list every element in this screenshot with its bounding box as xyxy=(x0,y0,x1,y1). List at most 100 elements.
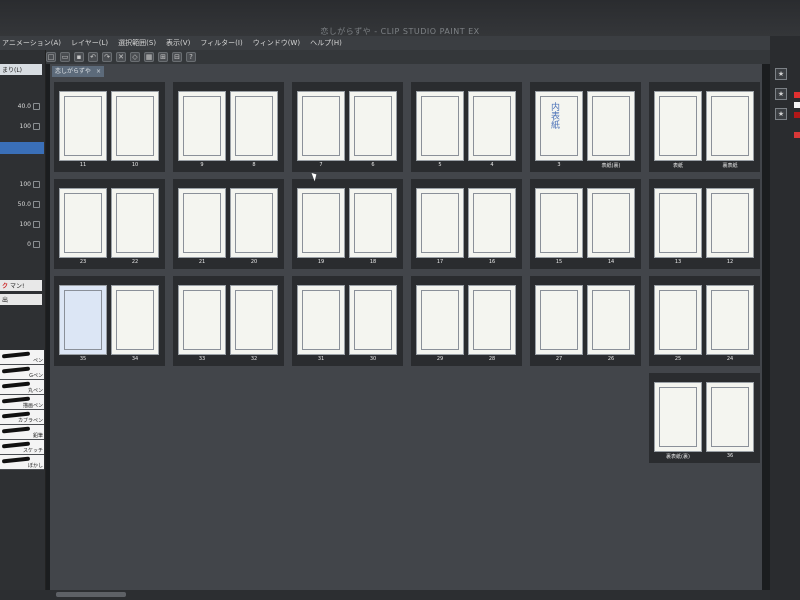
page-spread[interactable]: 31 30 xyxy=(292,276,403,366)
brush-item[interactable]: スケッチ xyxy=(0,440,44,455)
stepper-icon[interactable] xyxy=(33,220,40,228)
page-thumbnail[interactable] xyxy=(587,188,635,258)
page-thumbnail[interactable] xyxy=(178,188,226,258)
page-spread[interactable]: 35 34 xyxy=(54,276,165,366)
page-thumbnail[interactable] xyxy=(706,188,754,258)
brush-item[interactable]: 描画ペン xyxy=(0,395,44,410)
page-spread[interactable]: 25 24 xyxy=(649,276,760,366)
page-spread[interactable]: 17 16 xyxy=(411,179,522,269)
page-thumbnail[interactable] xyxy=(468,285,516,355)
stepper-icon[interactable] xyxy=(33,122,40,130)
page-thumbnail[interactable] xyxy=(416,188,464,258)
page-spread[interactable]: 33 32 xyxy=(173,276,284,366)
page-thumbnail[interactable] xyxy=(535,188,583,258)
page-spread[interactable]: 29 28 xyxy=(411,276,522,366)
page-thumbnail[interactable] xyxy=(230,91,278,161)
brush-item[interactable]: ペン xyxy=(0,350,44,365)
star-icon[interactable]: ★ xyxy=(775,68,787,80)
stepper-icon[interactable] xyxy=(33,102,40,110)
document-tab[interactable]: 恋しがらずや × xyxy=(52,66,104,77)
page-spread[interactable]: 21 20 xyxy=(173,179,284,269)
page-thumbnail[interactable] xyxy=(297,285,345,355)
brush-item[interactable]: 鉛筆 xyxy=(0,425,44,440)
page-thumbnail[interactable] xyxy=(416,285,464,355)
menu-window[interactable]: ウィンドウ(W) xyxy=(253,38,300,48)
page-thumbnail[interactable] xyxy=(178,285,226,355)
brush-item[interactable]: Gペン xyxy=(0,365,44,380)
page-thumbnail[interactable] xyxy=(230,188,278,258)
page-thumbnail[interactable] xyxy=(706,285,754,355)
page-thumbnail[interactable] xyxy=(178,91,226,161)
close-icon[interactable]: × xyxy=(96,66,101,77)
page-thumbnail[interactable] xyxy=(349,188,397,258)
undo-icon[interactable]: ↶ xyxy=(88,52,98,62)
brush-item[interactable]: 丸ペン xyxy=(0,380,44,395)
redo-icon[interactable]: ↷ xyxy=(102,52,112,62)
page-spread[interactable]: 裏表紙(裏) 36 xyxy=(649,373,760,463)
fill-icon[interactable]: ▦ xyxy=(144,52,154,62)
page-thumbnail-selected[interactable] xyxy=(59,285,107,355)
page-thumbnail[interactable] xyxy=(349,285,397,355)
stepper-icon[interactable] xyxy=(33,180,40,188)
page-thumbnail[interactable] xyxy=(535,285,583,355)
page-thumbnail[interactable] xyxy=(654,91,702,161)
page-thumbnail[interactable] xyxy=(654,188,702,258)
page-thumbnail[interactable] xyxy=(468,188,516,258)
menu-selection[interactable]: 選択範囲(S) xyxy=(118,38,156,48)
snap-icon[interactable]: ⊞ xyxy=(158,52,168,62)
page-spread[interactable]: 19 18 xyxy=(292,179,403,269)
page-spread[interactable]: 23 22 xyxy=(54,179,165,269)
stepper-icon[interactable] xyxy=(33,240,40,248)
page-thumbnail[interactable] xyxy=(349,91,397,161)
brush-item[interactable]: カブラペン xyxy=(0,410,44,425)
page-thumbnail[interactable] xyxy=(706,382,754,452)
property-row[interactable]: 40.0 xyxy=(0,100,44,112)
color-swatch[interactable] xyxy=(794,92,800,98)
color-swatch[interactable] xyxy=(794,132,800,138)
page-thumbnail[interactable] xyxy=(654,285,702,355)
menu-animation[interactable]: アニメーション(A) xyxy=(2,38,61,48)
page-spread[interactable]: 5 4 xyxy=(411,82,522,172)
page-thumbnail[interactable] xyxy=(111,285,159,355)
help-icon[interactable]: ? xyxy=(186,52,196,62)
horizontal-scrollbar[interactable] xyxy=(56,592,126,597)
brush-item[interactable]: ぼかし xyxy=(0,455,44,470)
page-thumbnail[interactable] xyxy=(297,188,345,258)
page-thumbnail[interactable] xyxy=(416,91,464,161)
color-swatch[interactable] xyxy=(794,102,800,108)
page-spread[interactable]: 7 6 xyxy=(292,82,403,172)
page-spread[interactable]: 9 8 xyxy=(173,82,284,172)
menu-help[interactable]: ヘルプ(H) xyxy=(310,38,342,48)
page-spread[interactable]: 内表紙 3 表紙(裏) xyxy=(530,82,641,172)
color-swatch[interactable] xyxy=(794,112,800,118)
property-row[interactable]: 50.0 xyxy=(0,198,44,210)
transform-icon[interactable]: ◇ xyxy=(130,52,140,62)
menu-filter[interactable]: フィルター(I) xyxy=(200,38,242,48)
page-spread[interactable]: 11 10 xyxy=(54,82,165,172)
page-thumbnail[interactable] xyxy=(706,91,754,161)
property-row[interactable]: 100 xyxy=(0,178,44,190)
property-row[interactable]: 100 xyxy=(0,120,44,132)
ruler-icon[interactable]: ⊟ xyxy=(172,52,182,62)
brush-tab[interactable]: ク マン! xyxy=(0,280,42,291)
brush-shape-selector[interactable] xyxy=(0,142,44,154)
page-thumbnail[interactable]: 内表紙 xyxy=(535,91,583,161)
menu-layer[interactable]: レイヤー(L) xyxy=(71,38,108,48)
save-icon[interactable]: ▪ xyxy=(74,52,84,62)
page-thumbnail[interactable] xyxy=(59,188,107,258)
property-row[interactable]: 100 xyxy=(0,218,44,230)
page-spread[interactable]: 27 26 xyxy=(530,276,641,366)
stepper-icon[interactable] xyxy=(33,200,40,208)
star-icon[interactable]: ★ xyxy=(775,88,787,100)
page-spread[interactable]: 表紙 裏表紙 xyxy=(649,82,760,172)
page-thumbnail[interactable] xyxy=(468,91,516,161)
new-file-icon[interactable]: □ xyxy=(46,52,56,62)
page-spread[interactable]: 15 14 xyxy=(530,179,641,269)
page-thumbnail[interactable] xyxy=(111,91,159,161)
property-row[interactable]: 0 xyxy=(0,238,44,250)
page-thumbnail[interactable] xyxy=(654,382,702,452)
menu-view[interactable]: 表示(V) xyxy=(166,38,190,48)
page-thumbnail[interactable] xyxy=(59,91,107,161)
star-icon[interactable]: ★ xyxy=(775,108,787,120)
page-spread[interactable]: 13 12 xyxy=(649,179,760,269)
